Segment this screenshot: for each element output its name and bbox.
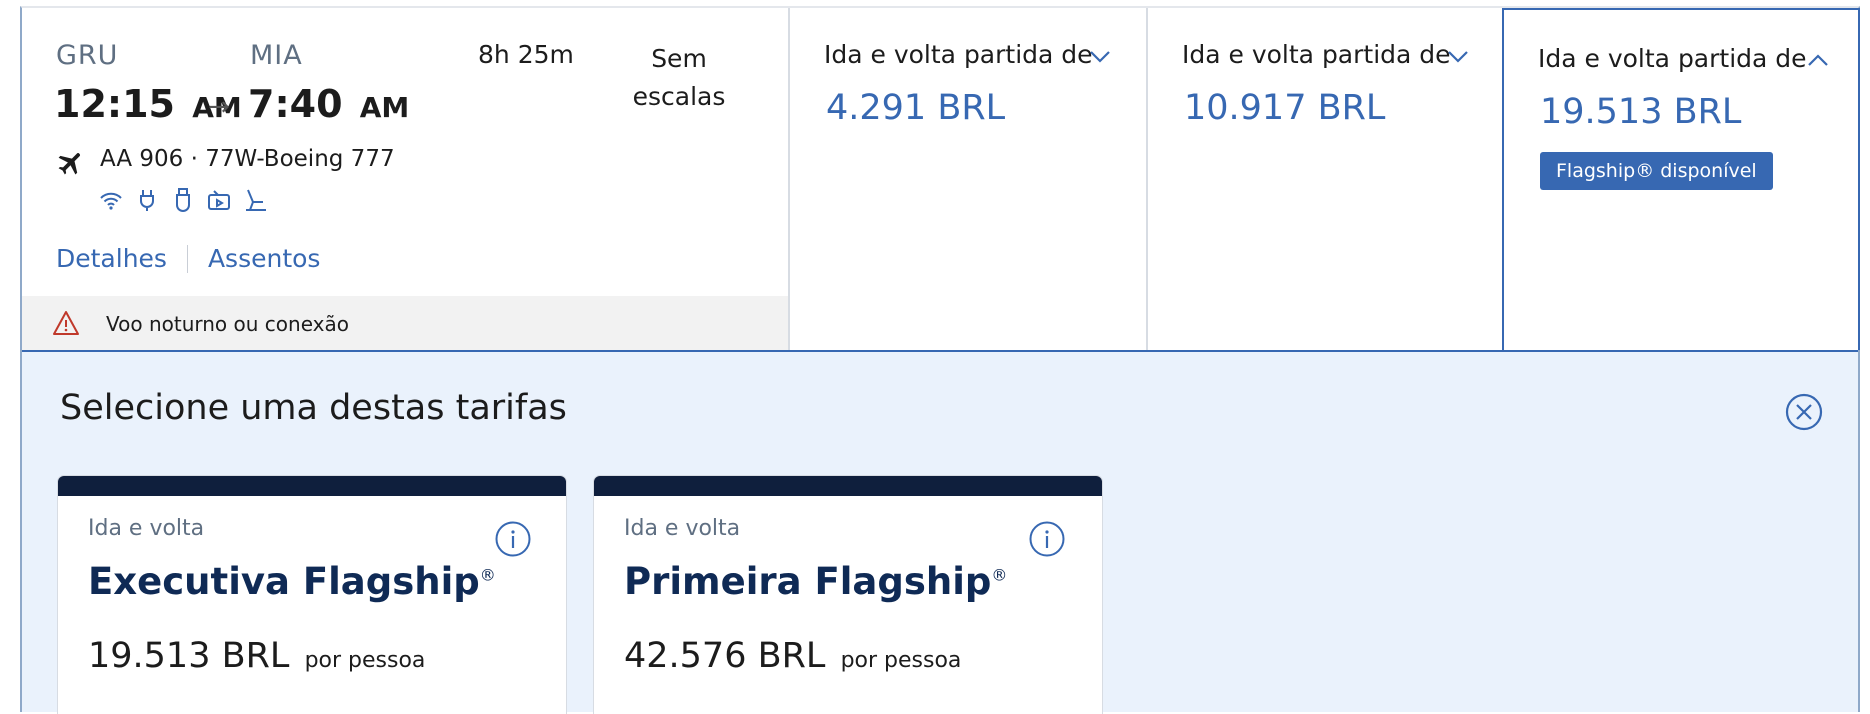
origin-code: GRU (56, 40, 119, 71)
fare-name: Primeira Flagship® (624, 560, 1008, 603)
power-outlet-icon (134, 186, 160, 214)
stops-label: Sem escalas (632, 44, 726, 111)
amenities (98, 186, 268, 214)
seats-link[interactable]: Assentos (208, 244, 321, 273)
fare-selection-panel: Selecione uma destas tarifas Ida e volta… (22, 350, 1858, 714)
info-icon[interactable] (494, 520, 532, 558)
airplane-icon (58, 153, 80, 175)
fare-option-first[interactable]: Ida e volta Primeira Flagship® 42.576 BR… (594, 476, 1102, 714)
fare-price: 19.513 BRL (1540, 92, 1742, 132)
usb-icon (170, 186, 196, 214)
flagship-badge: Flagship® disponível (1540, 152, 1773, 190)
arrow-right-icon: → (208, 92, 230, 122)
wifi-icon (98, 186, 124, 214)
fare-option-business[interactable]: Ida e volta Executiva Flagship® 19.513 B… (58, 476, 566, 714)
flight-duration: 8h 25m (478, 40, 574, 69)
fare-column-premium[interactable]: Ida e volta partida de 10.917 BRL (1146, 8, 1502, 350)
notice-text: Voo noturno ou conexão (106, 312, 349, 336)
flight-number: AA 906 · 77W-Boeing 777 (100, 146, 395, 172)
fare-price: 10.917 BRL (1184, 88, 1386, 128)
chevron-down-icon (1448, 51, 1468, 63)
entertainment-icon (206, 186, 232, 214)
close-icon[interactable] (1784, 392, 1824, 432)
arrival-time: 7:40 AM (248, 82, 410, 126)
flight-links: Detalhes Assentos (56, 244, 320, 273)
warning-icon (53, 311, 79, 335)
trip-type: Ida e volta (88, 516, 205, 541)
fare-amount: 19.513 BRL por pessoa (88, 636, 426, 676)
flight-summary: GRU MIA 12:15 AM → 7:40 AM 8h 25m Sem es… (22, 8, 788, 352)
chevron-down-icon (1090, 51, 1110, 63)
fare-label: Ida e volta partida de (1182, 40, 1451, 69)
overnight-notice: Voo noturno ou conexão (22, 296, 788, 352)
info-icon[interactable] (1028, 520, 1066, 558)
fare-label: Ida e volta partida de (1538, 44, 1807, 73)
fare-column-main-cabin[interactable]: Ida e volta partida de 4.291 BRL (788, 8, 1146, 350)
panel-title: Selecione uma destas tarifas (60, 388, 567, 428)
fare-name: Executiva Flagship® (88, 560, 496, 603)
seat-icon (242, 186, 268, 214)
link-separator (186, 244, 188, 273)
fare-amount: 42.576 BRL por pessoa (624, 636, 962, 676)
details-link[interactable]: Detalhes (56, 244, 167, 273)
fare-column-business[interactable]: Ida e volta partida de 19.513 BRL Flagsh… (1502, 8, 1860, 350)
fare-price: 4.291 BRL (826, 88, 1006, 128)
trip-type: Ida e volta (624, 516, 741, 541)
fare-label: Ida e volta partida de (824, 40, 1093, 69)
chevron-up-icon (1808, 54, 1828, 66)
destination-code: MIA (250, 40, 303, 71)
